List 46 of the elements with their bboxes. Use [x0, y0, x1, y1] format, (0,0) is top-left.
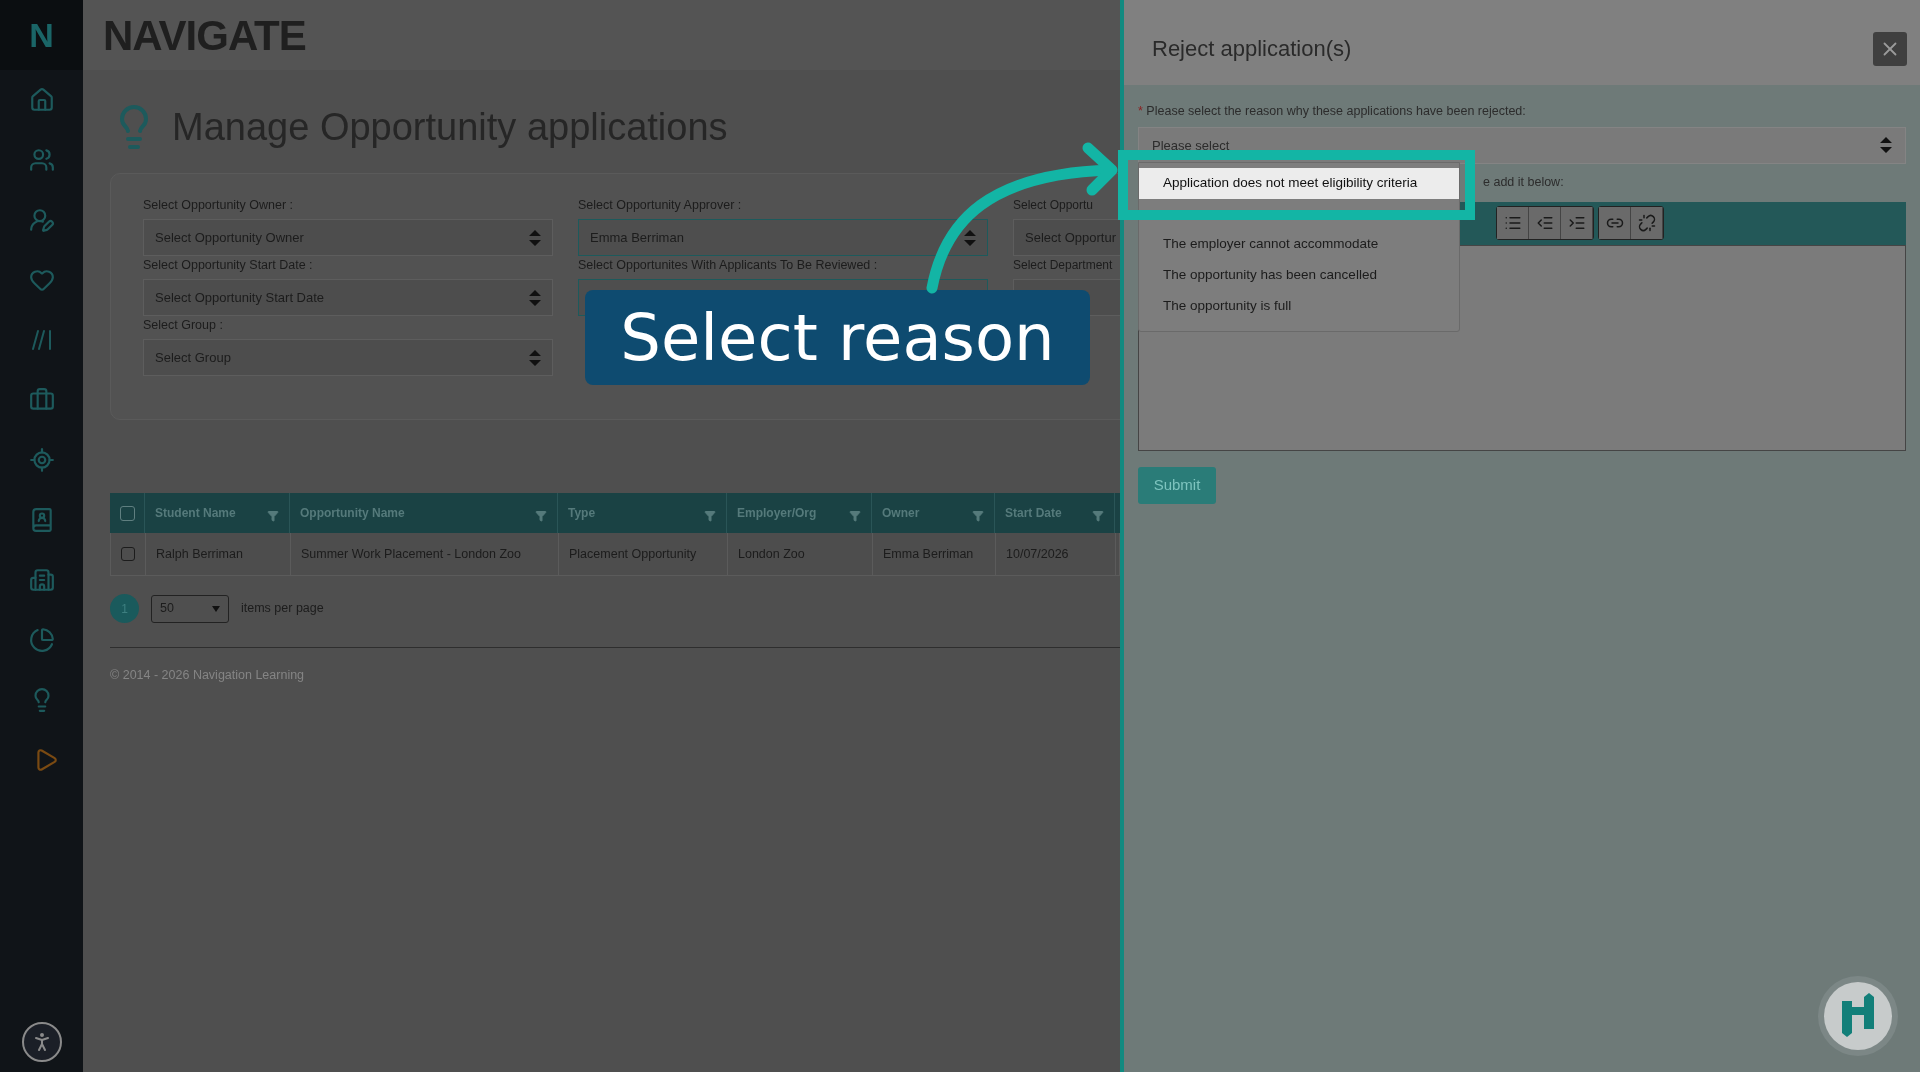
user-icon[interactable]: [28, 207, 55, 233]
toolbar-button[interactable]: [1497, 207, 1529, 240]
column-header[interactable]: Student Name: [155, 504, 236, 522]
filter-icon[interactable]: [849, 510, 861, 522]
column-header[interactable]: Employer/Org: [737, 504, 817, 522]
users-icon[interactable]: [28, 147, 55, 173]
heart-icon[interactable]: [28, 267, 55, 293]
up-down-arrow-icon: [529, 229, 541, 246]
row-checkbox[interactable]: [121, 547, 135, 561]
submit-button[interactable]: Submit: [1138, 466, 1216, 504]
up-down-arrow-icon: [529, 289, 541, 306]
home-icon[interactable]: [28, 87, 55, 113]
toolbar-button[interactable]: [1561, 207, 1593, 240]
filter-icon[interactable]: [1092, 510, 1104, 522]
column-header[interactable]: Owner: [882, 504, 920, 522]
callout-tooltip: Select reason: [585, 290, 1090, 385]
close-button[interactable]: [1873, 31, 1907, 66]
briefcase-icon[interactable]: [28, 387, 55, 413]
filter-icon[interactable]: [267, 510, 279, 522]
dropdown-icon: [212, 605, 220, 612]
dropdown-option[interactable]: The employer cannot accommodate: [1139, 229, 1459, 260]
toolbar-button[interactable]: [1631, 207, 1663, 240]
up-down-arrow-icon: [964, 229, 976, 246]
filter-icon[interactable]: [704, 510, 716, 522]
unlink-icon: [1637, 214, 1656, 233]
up-down-arrow-icon: [1880, 137, 1892, 154]
reason-label: * Please select the reason why these applications have been rejected:: [1138, 103, 1527, 120]
toolbar-button[interactable]: [1529, 207, 1561, 240]
pie-chart-icon[interactable]: [28, 627, 55, 653]
notes-hint: e add it below:: [1483, 174, 1564, 192]
building-icon[interactable]: [28, 567, 55, 593]
toolbar-button[interactable]: [1599, 207, 1631, 240]
column-header[interactable]: Start Date: [1005, 504, 1062, 522]
dialog-title: Reject application(s): [1152, 35, 1352, 63]
dropdown-option[interactable]: The opportunity is full: [1139, 291, 1459, 322]
dropdown-option[interactable]: The opportunity has been cancelled: [1139, 260, 1459, 291]
dropdown-option[interactable]: Application does not meet eligibility criteria: [1139, 168, 1459, 199]
filter-icon[interactable]: [535, 510, 547, 522]
accessibility-button[interactable]: [21, 1022, 62, 1062]
select-all-checkbox[interactable]: [119, 505, 135, 521]
filter-icon[interactable]: [972, 510, 984, 522]
column-header[interactable]: Type: [568, 504, 596, 522]
target-icon[interactable]: [28, 447, 55, 473]
slashes-icon: [29, 328, 54, 352]
column-header[interactable]: Opportunity Name: [300, 504, 405, 522]
up-down-arrow-icon: [529, 349, 541, 366]
